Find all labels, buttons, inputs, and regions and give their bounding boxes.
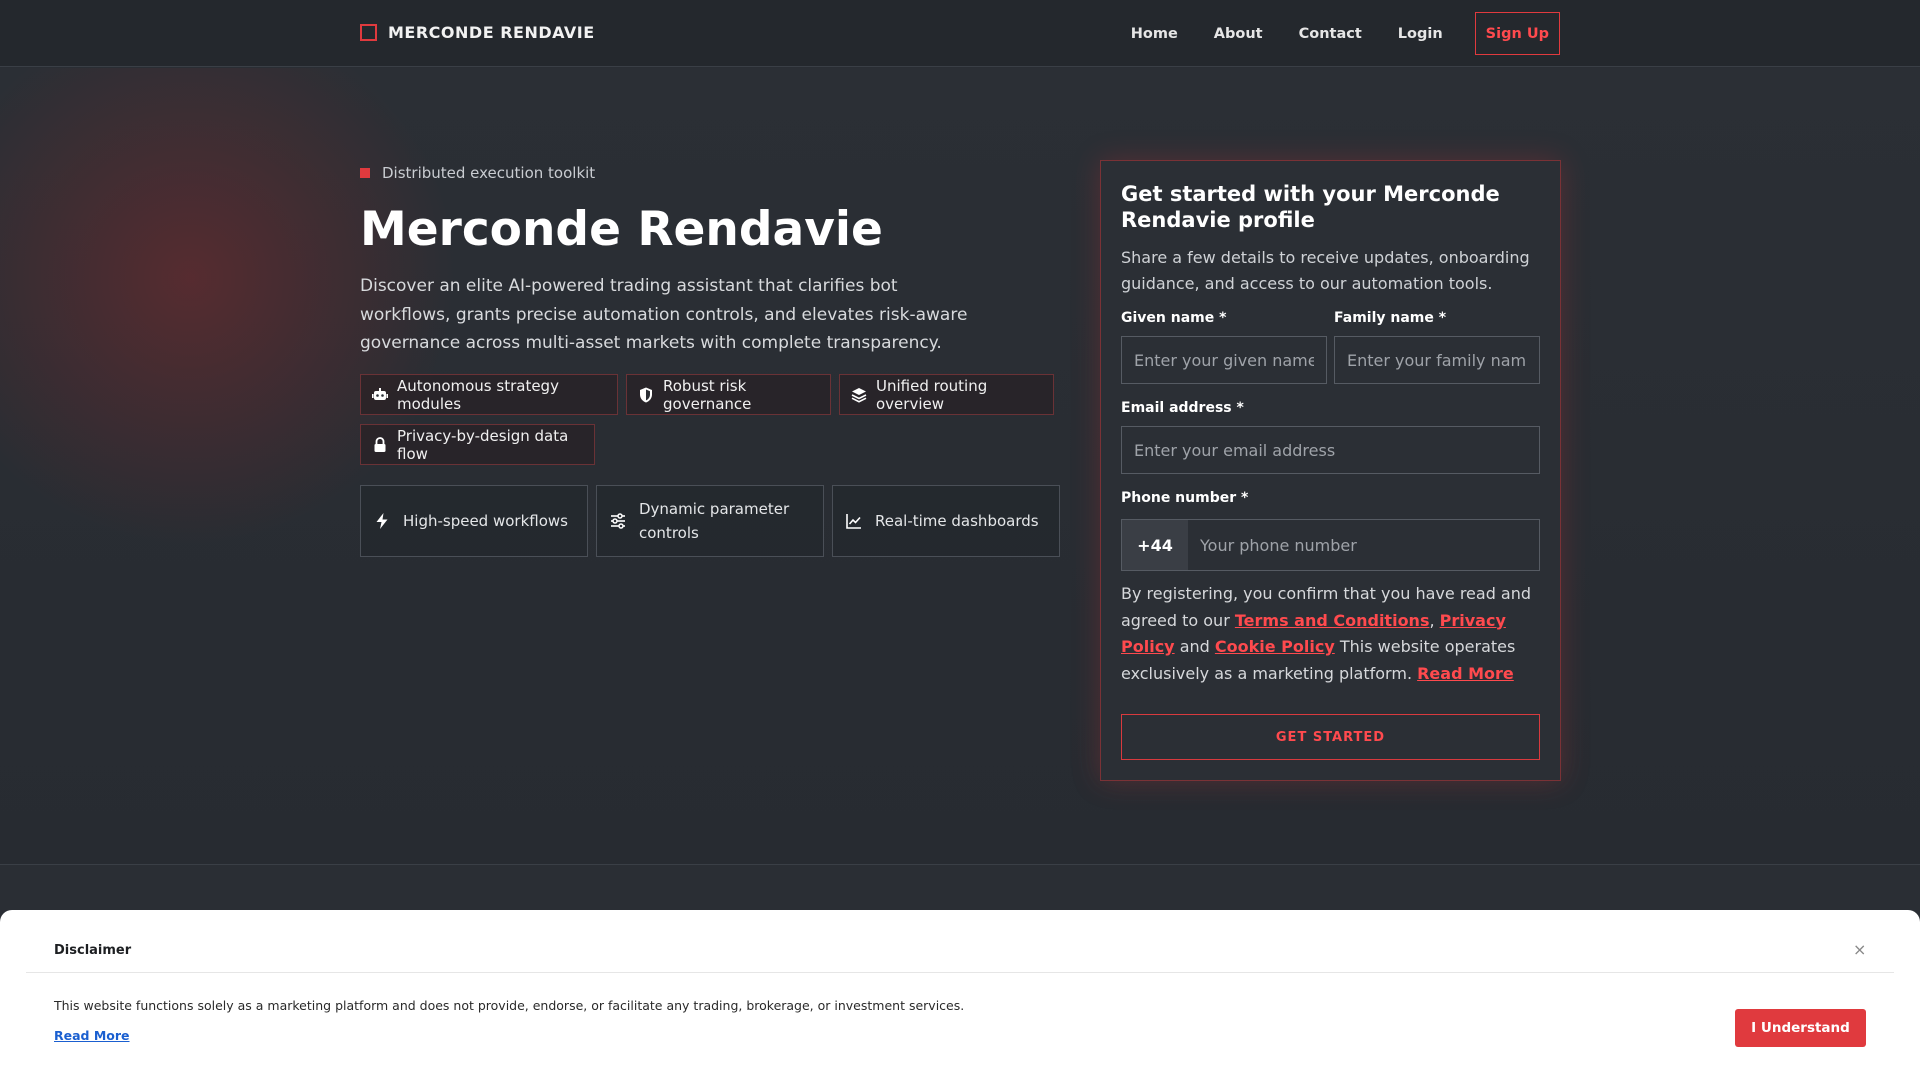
brand-name: MERCONDE RENDAVIE: [388, 23, 595, 42]
lock-icon: [374, 436, 386, 452]
given-name-label: Given name *: [1121, 310, 1227, 326]
signup-button[interactable]: Sign Up: [1474, 12, 1560, 55]
family-name-input[interactable]: [1334, 336, 1540, 384]
hero-description: Discover an elite AI-powered trading ass…: [360, 276, 968, 353]
disclaimer-text: This website functions solely as a marke…: [54, 998, 965, 1013]
chip-label: Unified routing overview: [876, 376, 988, 413]
hero-eyebrow: Distributed execution toolkit: [360, 164, 595, 182]
phone-field: +44: [1121, 519, 1540, 571]
nav-login-link[interactable]: Login: [1398, 26, 1443, 42]
hero-title: Merconde Rendavie: [360, 202, 883, 257]
feature-label: Real-time dashboards: [875, 512, 1039, 530]
sliders-icon: [611, 513, 625, 529]
feature-real-time-dashboards: Real-time dashboards: [832, 485, 1060, 557]
line-chart-icon: [846, 514, 861, 529]
disclaimer-banner: Disclaimer × This website functions sole…: [0, 910, 1920, 1080]
chip-routing-overview: Unified routing overview: [839, 374, 1054, 415]
chip-autonomous-strategy: Autonomous strategy modules: [360, 374, 618, 415]
brand-logo[interactable]: MERCONDE RENDAVIE: [360, 23, 595, 42]
disclaimer-read-more-link[interactable]: Read More: [54, 1028, 130, 1043]
chip-label: Autonomous strategy modules: [397, 376, 559, 413]
chip-privacy-data-flow: Privacy-by-design data flow: [360, 424, 595, 465]
given-name-input[interactable]: [1121, 336, 1327, 384]
feature-high-speed: High-speed workflows: [360, 485, 588, 557]
chip-label: Robust risk governance: [663, 376, 752, 413]
disclaimer-title: Disclaimer: [54, 943, 132, 958]
feature-dynamic-parameters: Dynamic parameter controls: [596, 485, 824, 557]
nav-contact-link[interactable]: Contact: [1299, 26, 1362, 42]
chip-risk-governance: Robust risk governance: [626, 374, 831, 415]
eyebrow-square-icon: [360, 168, 370, 178]
form-title: Get started with your Merconde Rendavie …: [1121, 182, 1500, 232]
email-input[interactable]: [1121, 426, 1540, 474]
eyebrow-text: Distributed execution toolkit: [382, 164, 596, 182]
main-nav: Home About Contact Login Sign Up: [1095, 12, 1560, 55]
close-icon[interactable]: ×: [1853, 940, 1866, 959]
disclaimer-divider: [26, 972, 1894, 973]
bolt-icon: [376, 513, 388, 529]
legal-text: and: [1174, 637, 1215, 656]
terms-link[interactable]: Terms and Conditions: [1235, 611, 1430, 630]
shield-icon: [640, 387, 652, 402]
get-started-button[interactable]: GET STARTED: [1121, 714, 1540, 760]
form-subtitle: Share a few details to receive updates, …: [1121, 248, 1530, 293]
cookie-policy-link[interactable]: Cookie Policy: [1215, 637, 1335, 656]
read-more-link[interactable]: Read More: [1417, 664, 1514, 683]
feature-label: High-speed workflows: [403, 512, 568, 530]
hero-section: Distributed execution toolkit Merconde R…: [0, 68, 1920, 865]
logo-square-icon: [360, 24, 377, 41]
phone-label: Phone number *: [1121, 490, 1249, 506]
phone-input[interactable]: [1188, 520, 1539, 570]
layers-icon: [851, 387, 867, 403]
email-label: Email address *: [1121, 400, 1244, 416]
family-name-label: Family name *: [1334, 310, 1447, 326]
i-understand-button[interactable]: I Understand: [1735, 1009, 1866, 1047]
site-header: MERCONDE RENDAVIE Home About Contact Log…: [0, 0, 1920, 67]
feature-label: Dynamic parameter controls: [639, 500, 790, 542]
legal-text: ,: [1429, 610, 1440, 630]
chip-label: Privacy-by-design data flow: [397, 426, 569, 463]
nav-about-link[interactable]: About: [1214, 26, 1263, 42]
robot-icon: [372, 387, 388, 400]
signup-form-card: Get started with your Merconde Rendavie …: [1100, 160, 1561, 781]
nav-home-link[interactable]: Home: [1131, 26, 1178, 42]
legal-consent-text: By registering, you confirm that you hav…: [1121, 581, 1546, 687]
phone-country-code[interactable]: +44: [1122, 520, 1188, 570]
